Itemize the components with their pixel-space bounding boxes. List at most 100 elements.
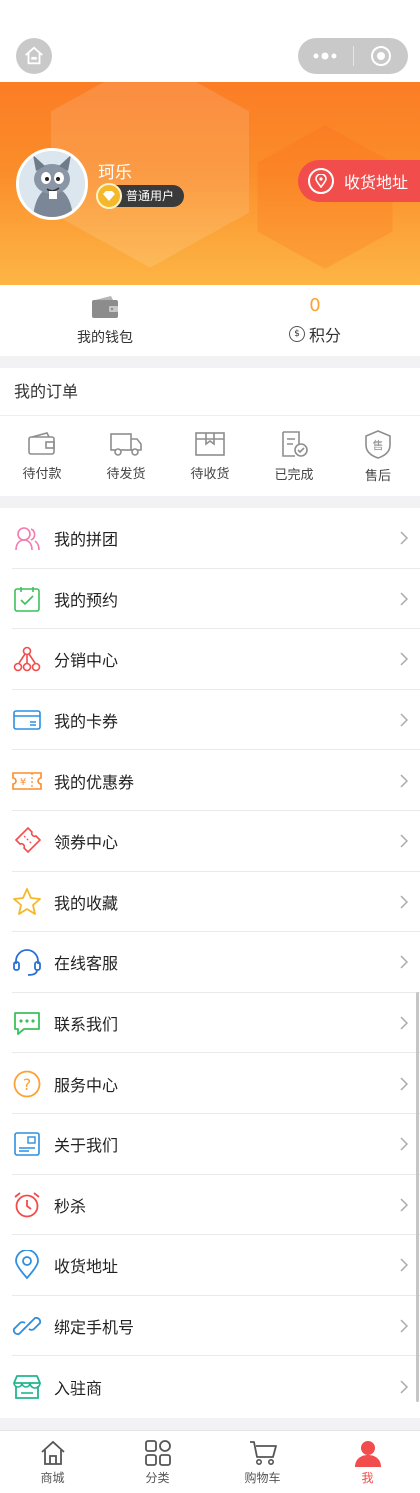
star-icon: [12, 887, 42, 917]
menu-item-label: 领券中心: [54, 833, 119, 853]
menu-item-coupon-center[interactable]: 领券中心: [0, 811, 420, 872]
home-button[interactable]: [16, 38, 52, 74]
menu-item-label: 我的优惠券: [54, 772, 135, 792]
order-pending-shipment[interactable]: 待发货: [84, 416, 168, 496]
menu-item-bind-phone[interactable]: 绑定手机号: [0, 1296, 420, 1357]
wallet-icon: [28, 431, 55, 455]
order-status-label: 待付款: [22, 466, 62, 482]
level-diamond-icon: [96, 183, 122, 209]
menu-item-reservation[interactable]: 我的预约: [0, 569, 420, 630]
orders-title[interactable]: 我的订单: [0, 368, 420, 416]
menu-item-distribution[interactable]: 分销中心: [0, 629, 420, 690]
points-value: 0: [309, 295, 321, 316]
chevron-right-icon: [400, 834, 408, 848]
tab-bar: 商城 分类 购物车 我: [0, 1430, 420, 1493]
menu-item-label: 分销中心: [54, 651, 119, 671]
order-completed[interactable]: 已完成: [252, 416, 336, 496]
headset-icon: [12, 947, 42, 977]
shipping-address-label: 收货地址: [344, 173, 409, 192]
svg-text:?: ?: [23, 1075, 32, 1094]
chevron-right-icon: [400, 1077, 408, 1091]
menu-item-label: 秒杀: [54, 1196, 87, 1216]
points-row: $ 积分: [288, 322, 341, 346]
feature-menu: 我的拼团 我的预约 分销中心 我的卡券 ¥ 我的优惠券 领券中心 我的收藏 在线…: [0, 508, 420, 1418]
avatar-cat-image: [19, 151, 85, 217]
menu-item-favorites[interactable]: 我的收藏: [0, 872, 420, 933]
shop-home-icon: [40, 1440, 65, 1465]
menu-item-label: 绑定手机号: [54, 1318, 135, 1338]
member-level-label: 普通用户: [126, 189, 175, 203]
done-doc-icon: [282, 430, 308, 457]
tab-category[interactable]: 分类: [105, 1431, 210, 1493]
menu-item-contact-us[interactable]: 联系我们: [0, 993, 420, 1054]
avatar[interactable]: [16, 148, 88, 220]
alarm-icon: [12, 1190, 42, 1220]
box-icon: [195, 431, 225, 456]
svg-text:¥: ¥: [20, 777, 26, 788]
nav-bar: [0, 0, 420, 82]
tab-cart[interactable]: 购物车: [210, 1431, 315, 1493]
menu-item-label: 在线客服: [54, 954, 119, 974]
wallet-entry[interactable]: 我的钱包: [0, 285, 210, 356]
chevron-right-icon: [400, 1319, 408, 1333]
chevron-right-icon: [400, 774, 408, 788]
points-entry[interactable]: 0 $ 积分: [210, 285, 420, 356]
menu-item-label: 入驻商: [54, 1378, 103, 1398]
coupon-icon: ¥: [12, 766, 42, 796]
points-coin-icon: $: [288, 326, 305, 342]
menu-item-label: 关于我们: [54, 1136, 119, 1156]
card-icon: [12, 705, 42, 735]
wallet-icon: [92, 295, 118, 318]
chevron-right-icon: [400, 713, 408, 727]
order-status-label: 待发货: [106, 466, 146, 482]
tab-label: 我: [361, 1470, 374, 1485]
location-pin-icon: [308, 168, 334, 194]
menu-item-merchant-join[interactable]: 入驻商: [0, 1356, 420, 1417]
order-pending-receipt[interactable]: 待收货: [168, 416, 252, 496]
menu-item-label: 我的卡券: [54, 712, 119, 732]
after-sale-icon: 售: [365, 429, 391, 459]
tab-label: 商城: [40, 1470, 65, 1485]
more-dots-icon: [313, 52, 337, 60]
tab-me[interactable]: 我: [315, 1431, 420, 1493]
menu-item-group-buy[interactable]: 我的拼团: [0, 508, 420, 569]
my-orders-card: 我的订单 待付款 待发货 待收货 已完成 售 售后: [0, 368, 420, 496]
chevron-right-icon: [400, 1016, 408, 1030]
username: 珂乐: [98, 163, 132, 183]
menu-item-cards[interactable]: 我的卡券: [0, 690, 420, 751]
question-icon: ?: [12, 1069, 42, 1099]
profile-header: 珂乐 普通用户 收货地址: [0, 82, 420, 285]
chevron-right-icon: [400, 652, 408, 667]
ticket-icon: [12, 826, 42, 856]
menu-item-service-center[interactable]: ? 服务中心: [0, 1053, 420, 1114]
shipping-address-button[interactable]: 收货地址: [298, 160, 420, 202]
mini-program-capsule: [298, 38, 408, 74]
menu-item-label: 我的预约: [54, 590, 119, 610]
menu-item-flash-sale[interactable]: 秒杀: [0, 1175, 420, 1236]
order-pending-payment[interactable]: 待付款: [0, 416, 84, 496]
chevron-right-icon: [400, 531, 408, 545]
home-icon: [25, 46, 43, 65]
chevron-right-icon: [400, 955, 408, 969]
chevron-right-icon: [400, 1380, 408, 1394]
store-icon: [12, 1372, 42, 1402]
close-mini-program-button[interactable]: [354, 38, 409, 74]
menu-item-about-us[interactable]: 关于我们: [0, 1114, 420, 1175]
tab-shop[interactable]: 商城: [0, 1431, 105, 1493]
category-icon: [144, 1439, 171, 1466]
chevron-right-icon: [400, 895, 408, 909]
order-after-sale[interactable]: 售 售后: [336, 416, 420, 496]
menu-item-coupons[interactable]: ¥ 我的优惠券: [0, 750, 420, 811]
scrollbar[interactable]: [416, 992, 419, 1402]
menu-item-shipping-address[interactable]: 收货地址: [0, 1235, 420, 1296]
more-button[interactable]: [298, 38, 353, 74]
chevron-right-icon: [400, 1137, 408, 1151]
points-label: 积分: [308, 326, 341, 345]
menu-item-label: 收货地址: [54, 1257, 119, 1277]
order-status-label: 售后: [364, 468, 391, 484]
menu-item-customer-service[interactable]: 在线客服: [0, 932, 420, 993]
link-icon: [12, 1311, 42, 1341]
order-status-label: 待收货: [190, 466, 230, 482]
menu-item-label: 服务中心: [54, 1075, 119, 1095]
order-status-row: 待付款 待发货 待收货 已完成 售 售后: [0, 416, 420, 496]
